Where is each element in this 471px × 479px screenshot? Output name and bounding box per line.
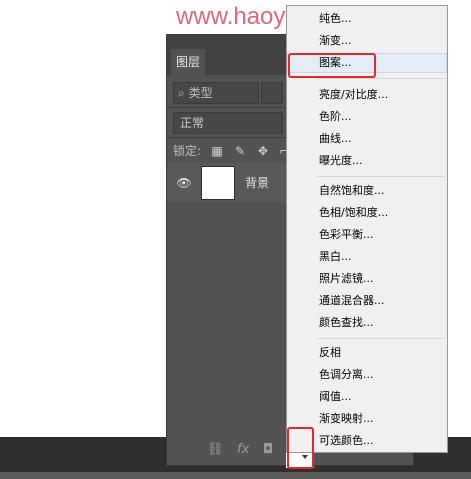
menu-item-exposure[interactable]: 曝光度...	[287, 151, 447, 171]
checkerboard-icon[interactable]: ▦	[210, 144, 224, 158]
link-icon[interactable]: ⛓	[207, 441, 224, 459]
filter-image-icon[interactable]	[261, 82, 283, 104]
layer-name: 背景	[245, 176, 270, 190]
layer-filter-select[interactable]: ⌕ 类型	[173, 82, 259, 104]
menu-item-vibrance[interactable]: 自然饱和度...	[287, 181, 447, 201]
menu-item-selective-color[interactable]: 可选颜色...	[287, 431, 447, 451]
tab-layers[interactable]: 图层	[171, 49, 205, 75]
move-icon[interactable]: ✥	[256, 144, 270, 158]
menu-separator	[317, 338, 445, 339]
menu-item-pattern[interactable]: 图案...	[287, 53, 447, 73]
filter-type-label: 类型	[188, 86, 213, 100]
menu-item-channel-mixer[interactable]: 通道混合器...	[287, 291, 447, 311]
lock-label: 锁定:	[173, 144, 202, 158]
menu-item-hue-saturation[interactable]: 色相/饱和度...	[287, 203, 447, 223]
menu-separator	[317, 176, 445, 177]
menu-item-gradient[interactable]: 渐变...	[287, 31, 447, 51]
menu-item-posterize[interactable]: 色调分离...	[287, 365, 447, 385]
menu-item-solid-color[interactable]: 纯色...	[287, 9, 447, 29]
layer-thumbnail	[201, 166, 235, 200]
blend-mode-select[interactable]: 正常	[173, 112, 283, 134]
menu-item-brightness-contrast[interactable]: 亮度/对比度...	[287, 85, 447, 105]
fx-icon[interactable]: fx	[237, 441, 249, 459]
menu-item-color-lookup[interactable]: 颜色查找...	[287, 313, 447, 333]
menu-item-invert[interactable]: 反相	[287, 343, 447, 363]
menu-item-levels[interactable]: 色阶...	[287, 107, 447, 127]
menu-item-photo-filter[interactable]: 照片滤镜...	[287, 269, 447, 289]
menu-item-curves[interactable]: 曲线...	[287, 129, 447, 149]
adjustment-layer-menu: 纯色... 渐变... 图案... 亮度/对比度... 色阶... 曲线... …	[286, 5, 448, 453]
menu-item-black-white[interactable]: 黑白...	[287, 247, 447, 267]
menu-item-threshold[interactable]: 阈值...	[287, 387, 447, 407]
menu-item-gradient-map[interactable]: 渐变映射...	[287, 409, 447, 429]
canvas-bottom-strip	[0, 472, 471, 479]
eye-icon[interactable]: 👁	[176, 175, 192, 191]
brush-icon[interactable]: ✎	[233, 144, 247, 158]
menu-item-color-balance[interactable]: 色彩平衡...	[287, 225, 447, 245]
menu-separator	[317, 78, 445, 79]
search-icon: ⌕	[178, 86, 185, 100]
mask-icon[interactable]: ◘	[263, 441, 273, 459]
dropdown-caret-icon	[302, 455, 308, 459]
